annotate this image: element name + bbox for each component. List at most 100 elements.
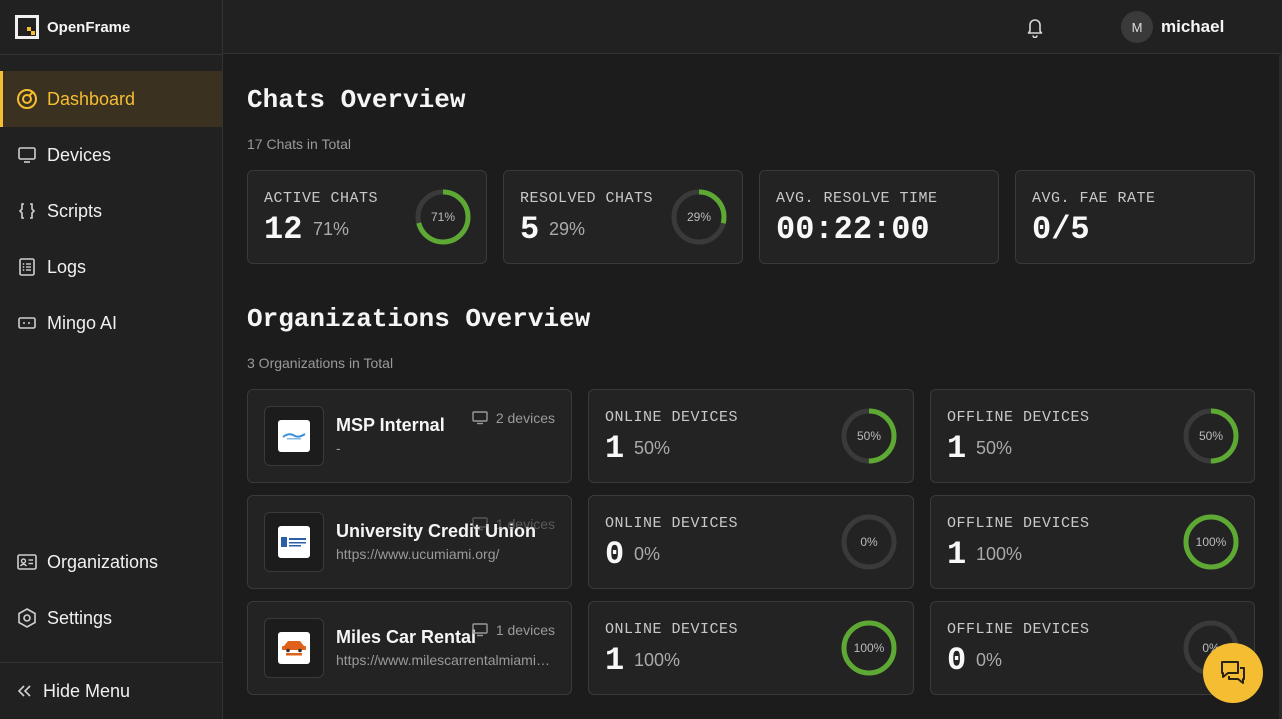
chat-bubbles-icon [1221,661,1245,684]
sidebar-item-label: Dashboard [47,88,136,109]
organizations-overview-title: Organizations Overview [247,304,591,334]
progress-ring: 0% [841,514,897,570]
online-devices-card: ONLINE DEVICES 0 0% 0% [588,495,914,589]
org-logo [264,406,324,466]
online-devices-card: ONLINE DEVICES 1 100% 100% [588,601,914,695]
card-value: 1 [605,642,625,679]
card-percent: 50% [634,438,671,458]
avatar: M [1121,11,1153,43]
braces-icon [16,200,38,222]
monitor-icon [472,411,488,425]
card-label: OFFLINE DEVICES [947,409,1090,426]
user-menu[interactable]: M michael [1121,11,1224,43]
card-percent: 100% [634,650,681,670]
dashboard-icon [16,88,38,110]
card-label: OFFLINE DEVICES [947,621,1090,638]
sidebar-nav-bottom: Organizations Settings [0,534,222,646]
offline-devices-card: OFFLINE DEVICES 1 100% 100% [930,495,1255,589]
gear-icon [16,607,38,629]
monitor-icon [472,517,488,531]
list-icon [16,256,38,278]
ring-label: 0% [860,535,878,549]
progress-ring: 50% [841,408,897,464]
ring-label: 50% [857,429,881,443]
sidebar-item-settings[interactable]: Settings [0,590,222,646]
card-percent: 29% [549,219,586,239]
sidebar-item-label: Organizations [47,551,159,572]
brand-name: OpenFrame [47,18,131,36]
ring-label: 100% [1196,535,1227,549]
divider [0,54,223,55]
hide-menu-label: Hide Menu [43,680,131,701]
topbar: M michael [223,0,1282,54]
organizations-total: 3 Organizations in Total [247,355,394,371]
miles-car-rental-logo-icon [278,632,310,664]
resolved-chats-card: RESOLVED CHATS 5 29% 29% [503,170,743,264]
id-card-icon [16,551,38,573]
card-percent: 0% [634,544,661,564]
device-count-label: 2 devices [495,410,555,426]
sidebar: OpenFrame Dashboard Devices Scripts Logs… [0,0,223,719]
username: michael [1161,17,1225,36]
ring-label: 50% [1199,429,1223,443]
app-root: OpenFrame Dashboard Devices Scripts Logs… [0,0,1282,719]
card-label: ONLINE DEVICES [605,621,739,638]
org-logo [264,618,324,678]
card-label: AVG. FAE RATE [1032,190,1156,207]
sidebar-nav: Dashboard Devices Scripts Logs Mingo AI [0,71,222,351]
avg-fae-rate-card: AVG. FAE RATE 0/5 [1015,170,1255,264]
org-website: https://www.ucumiami.org/ [336,546,500,562]
chat-fab-button[interactable] [1203,643,1263,703]
org-card-miles-car-rental[interactable]: Miles Car Rental https://www.milescarren… [247,601,572,695]
monitor-icon [472,623,488,637]
offline-devices-card: OFFLINE DEVICES 1 50% 50% [930,389,1255,483]
org-logo [264,512,324,572]
brand-logo[interactable]: OpenFrame [15,15,130,39]
sidebar-item-dashboard[interactable]: Dashboard [0,71,222,127]
double-chevron-left-icon [16,684,34,698]
sidebar-item-label: Mingo AI [47,312,118,333]
sidebar-item-mingo-ai[interactable]: Mingo AI [0,295,222,351]
card-label: RESOLVED CHATS [520,190,654,207]
card-percent: 0% [976,650,1003,670]
card-value: 1 [947,536,967,573]
card-label: ONLINE DEVICES [605,515,739,532]
card-percent: 100% [976,544,1023,564]
chats-total: 17 Chats in Total [247,136,352,152]
progress-ring: 100% [1183,514,1239,570]
card-label: ACTIVE CHATS [264,190,379,207]
org-card-msp-internal[interactable]: MSP Internal - 2 devices [247,389,572,483]
openframe-logo-icon [15,15,39,39]
card-label: AVG. RESOLVE TIME [776,190,938,207]
sidebar-item-label: Devices [47,144,112,165]
university-credit-union-logo-icon [278,526,310,558]
sidebar-item-logs[interactable]: Logs [0,239,222,295]
progress-ring: 50% [1183,408,1239,464]
progress-ring: 71% [415,189,471,245]
online-devices-card: ONLINE DEVICES 1 50% 50% [588,389,914,483]
ring-label: 71% [431,210,455,224]
bell-icon[interactable] [1025,16,1045,39]
org-website: https://www.milescarrentalmiami.com/ [336,652,550,668]
card-value: 0 [605,536,625,573]
org-website: - [336,440,341,456]
card-label: ONLINE DEVICES [605,409,739,426]
card-value: 1 [605,430,625,467]
org-device-count: 2 devices [472,410,555,426]
sidebar-item-label: Scripts [47,200,103,221]
ring-label: 100% [854,641,885,655]
hide-menu-button[interactable]: Hide Menu [0,662,222,719]
sidebar-item-organizations[interactable]: Organizations [0,534,222,590]
org-name: Miles Car Rental [336,627,477,647]
org-card-university-credit-union[interactable]: University Credit Union https://www.ucum… [247,495,572,589]
monitor-icon [16,144,38,166]
card-value: 0/5 [1032,211,1090,248]
card-value: 00:22:00 [776,211,930,248]
ai-chat-icon [16,312,38,334]
sidebar-item-label: Logs [47,256,87,277]
active-chats-card: ACTIVE CHATS 12 71% 71% [247,170,487,264]
sidebar-item-scripts[interactable]: Scripts [0,183,222,239]
sidebar-item-devices[interactable]: Devices [0,127,222,183]
card-label: OFFLINE DEVICES [947,515,1090,532]
sidebar-item-label: Settings [47,607,113,628]
